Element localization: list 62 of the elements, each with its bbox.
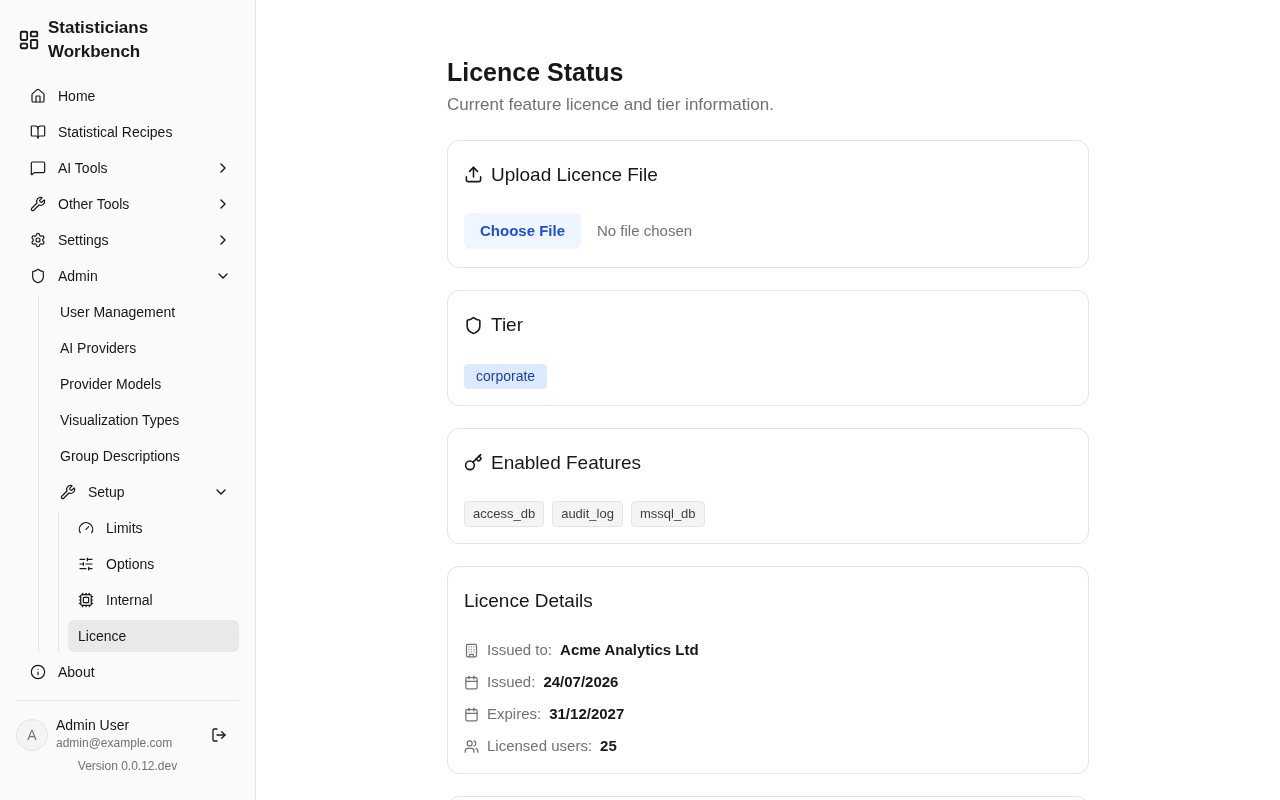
nav-item[interactable]: Options [68,548,239,580]
wrench-icon [30,196,46,212]
tier-badge: corporate [464,363,548,389]
logout-icon [211,727,227,743]
detail-label: Issued to: [487,640,553,660]
settings-icon [30,232,46,248]
nav-item[interactable]: Group Descriptions [50,440,239,472]
nav-item[interactable]: AI Tools [22,152,239,184]
home-icon [30,88,46,104]
page-subtitle: Current feature licence and tier information. [447,94,775,116]
users-icon [464,738,479,754]
detail-value: 31/12/2027 [549,704,625,724]
nav-item[interactable]: Other Tools [22,188,239,220]
nav-item[interactable]: Admin [22,260,239,292]
nav-item[interactable]: About [22,656,239,688]
app-title: Statisticians Workbench [48,17,150,63]
shield-icon [30,268,46,284]
nav-item[interactable]: Settings [22,224,239,256]
nav-item[interactable]: Visualization Types [50,404,239,436]
card-title: Tier [491,313,524,337]
nav-item[interactable]: Setup [50,476,239,508]
version-label: Version 0.0.12.dev [76,758,179,775]
file-status: No file chosen [597,220,693,241]
calendar-icon [464,706,479,722]
nav-item[interactable]: Provider Models [50,368,239,400]
book-icon [30,124,46,140]
shield-icon [464,315,483,335]
feature-tag: access_db [464,501,545,527]
avatar: A [16,719,48,751]
detail-label: Expires: [487,704,542,724]
gauge-icon [78,520,94,536]
nav-item[interactable]: Internal [68,584,239,616]
upload-icon [464,165,483,185]
chat-icon [30,160,46,176]
user-name: Admin User [56,717,131,733]
nav-item[interactable]: Home [22,80,239,112]
feature-tag: audit_log [552,501,623,527]
building-icon [464,642,479,658]
card-title: Enabled Features [491,450,641,475]
nav-item[interactable]: Licence [68,620,239,652]
feature-tag: mssql_db [630,501,705,527]
card-title: Upload Licence File [491,162,658,187]
choose-file-button[interactable]: Choose File [464,213,581,249]
info-icon [30,664,46,680]
wrench-icon [60,484,76,500]
page-title: Licence Status [447,57,625,88]
nav-item[interactable]: Limits [68,512,239,544]
detail-value: 24/07/2026 [543,672,619,692]
nav-item[interactable]: Statistical Recipes [22,116,239,148]
detail-label: Issued: [487,672,536,692]
sliders-icon [78,556,94,572]
calendar-icon [464,674,479,690]
logo-icon [18,29,40,51]
detail-value: 25 [600,736,617,756]
detail-value: Acme Analytics Ltd [560,640,699,660]
nav-item[interactable]: User Management [50,296,239,328]
card-title: Licence Details [464,588,594,613]
chip-icon [78,592,94,608]
key-icon [464,453,483,473]
user-email: admin@example.com [56,735,174,752]
nav-item[interactable]: AI Providers [50,332,239,364]
detail-label: Licensed users: [487,736,593,756]
